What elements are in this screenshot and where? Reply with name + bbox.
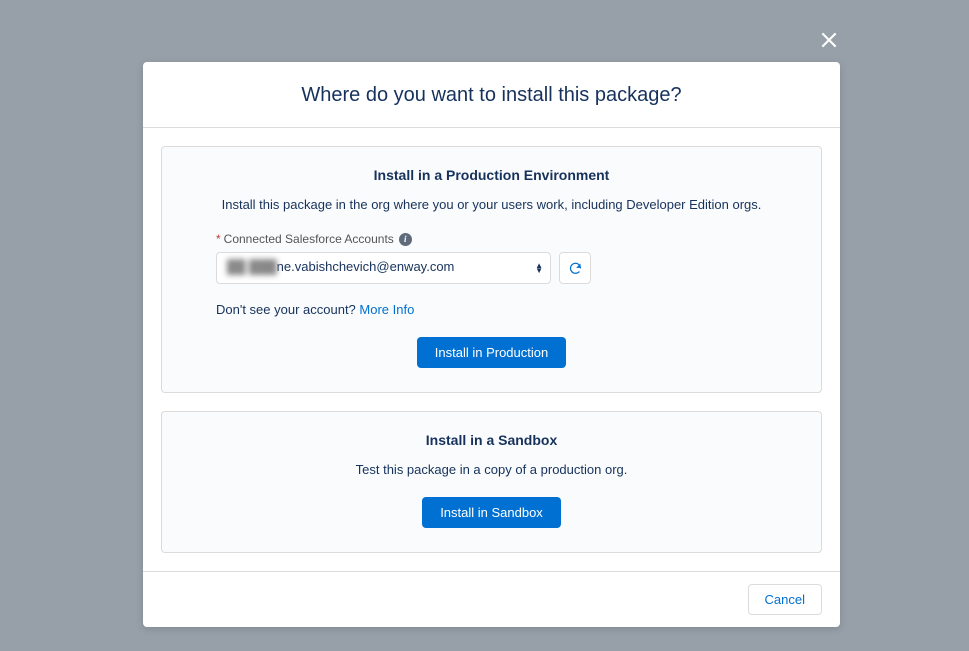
production-description: Install this package in the org where yo… (216, 197, 767, 212)
account-select-wrap: ██ ███ne.vabishchevich@enway.com ▲▼ (216, 252, 551, 284)
refresh-icon (568, 261, 583, 276)
account-obscured-part: ██ ███ (227, 259, 277, 274)
modal-body: Install in a Production Environment Inst… (143, 128, 840, 571)
close-button[interactable] (817, 28, 841, 52)
sandbox-section: Install in a Sandbox Test this package i… (161, 411, 822, 553)
no-account-hint: Don't see your account? More Info (216, 302, 767, 317)
production-title: Install in a Production Environment (216, 167, 767, 183)
no-account-text: Don't see your account? (216, 302, 359, 317)
refresh-button[interactable] (559, 252, 591, 284)
modal-header: Where do you want to install this packag… (143, 62, 840, 128)
modal-footer: Cancel (143, 571, 840, 627)
account-select[interactable]: ██ ███ne.vabishchevich@enway.com (216, 252, 551, 284)
more-info-link[interactable]: More Info (359, 302, 414, 317)
install-package-modal: Where do you want to install this packag… (143, 62, 840, 627)
info-icon[interactable]: i (399, 233, 412, 246)
account-row: ██ ███ne.vabishchevich@enway.com ▲▼ (216, 252, 767, 284)
required-indicator: * (216, 232, 221, 246)
cancel-button[interactable]: Cancel (748, 584, 822, 615)
sandbox-title: Install in a Sandbox (216, 432, 767, 448)
sandbox-description: Test this package in a copy of a product… (216, 462, 767, 477)
account-field-label: * Connected Salesforce Accounts i (216, 232, 767, 246)
account-visible-part: ne.vabishchevich@enway.com (277, 259, 455, 274)
account-label-text: Connected Salesforce Accounts (224, 232, 394, 246)
install-production-button[interactable]: Install in Production (417, 337, 566, 368)
modal-title: Where do you want to install this packag… (163, 84, 820, 107)
production-section: Install in a Production Environment Inst… (161, 146, 822, 393)
install-sandbox-button[interactable]: Install in Sandbox (422, 497, 561, 528)
close-icon (819, 30, 839, 50)
